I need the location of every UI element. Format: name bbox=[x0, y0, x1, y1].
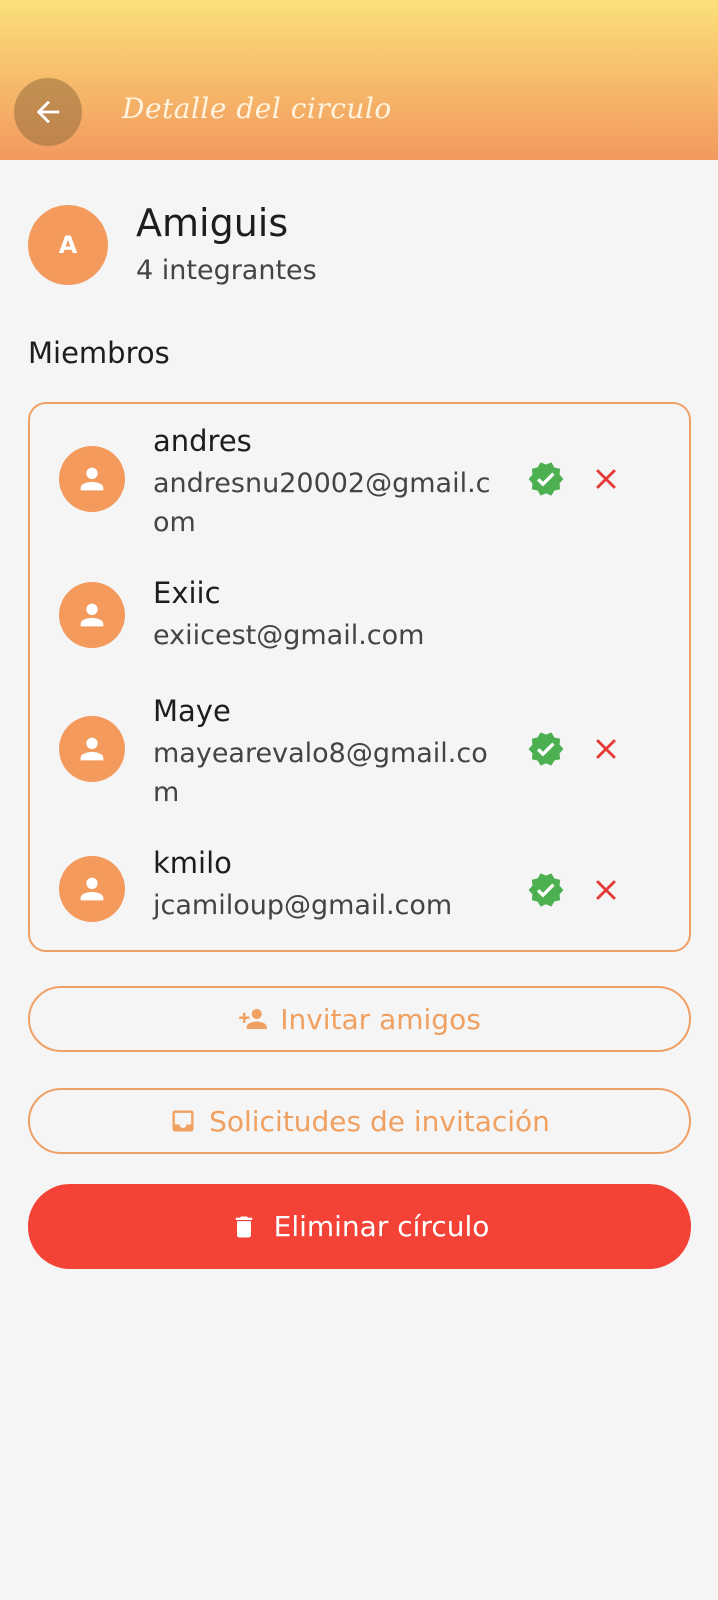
person-icon bbox=[80, 603, 104, 627]
member-name: andres bbox=[153, 424, 252, 458]
remove-member-button[interactable] bbox=[586, 870, 626, 910]
members-count: 4 integrantes bbox=[136, 255, 317, 286]
page-title: Detalle del circulo bbox=[122, 92, 392, 125]
circle-avatar: A bbox=[28, 205, 108, 285]
app-bar: Detalle del circulo bbox=[0, 0, 718, 160]
invitation-requests-button[interactable]: Solicitudes de invitación bbox=[28, 1088, 691, 1154]
member-item: kmilo jcamiloup@gmail.com bbox=[30, 826, 689, 952]
remove-member-button[interactable] bbox=[586, 459, 626, 499]
person-add-icon bbox=[239, 1009, 267, 1029]
member-email: exiicest@gmail.com bbox=[153, 620, 425, 651]
close-icon bbox=[596, 880, 616, 900]
delete-circle-button[interactable]: Eliminar círculo bbox=[28, 1184, 691, 1269]
member-email: andresnu20002@gmail.com bbox=[153, 468, 491, 538]
trash-icon bbox=[235, 1216, 252, 1237]
member-item: Maye mayearevalo8@gmail.com bbox=[30, 674, 689, 826]
avatar bbox=[59, 716, 125, 782]
person-icon bbox=[80, 877, 104, 901]
remove-member-button[interactable] bbox=[586, 729, 626, 769]
invite-friends-label: Invitar amigos bbox=[280, 1002, 481, 1036]
member-name: Maye bbox=[153, 694, 231, 728]
avatar bbox=[59, 856, 125, 922]
member-item: andres andresnu20002@gmail.com bbox=[30, 404, 689, 556]
verified-icon bbox=[526, 870, 566, 910]
invitation-requests-label: Solicitudes de invitación bbox=[209, 1104, 550, 1138]
back-button[interactable] bbox=[14, 78, 82, 146]
members-list: andres andresnu20002@gmail.com Exiic exi… bbox=[28, 402, 691, 952]
close-icon bbox=[596, 469, 616, 489]
avatar bbox=[59, 446, 125, 512]
member-name: Exiic bbox=[153, 576, 221, 610]
person-icon bbox=[80, 467, 104, 491]
member-name: kmilo bbox=[153, 846, 232, 880]
members-section-title: Miembros bbox=[28, 336, 170, 370]
arrow-back-icon bbox=[36, 100, 60, 124]
member-item: Exiic exiicest@gmail.com bbox=[30, 556, 689, 674]
avatar bbox=[59, 582, 125, 648]
circle-header: A Amiguis 4 integrantes bbox=[28, 201, 688, 286]
invite-friends-button[interactable]: Invitar amigos bbox=[28, 986, 691, 1052]
verified-icon bbox=[526, 729, 566, 769]
circle-name: Amiguis bbox=[136, 201, 289, 245]
member-email: jcamiloup@gmail.com bbox=[153, 890, 453, 921]
delete-circle-label: Eliminar círculo bbox=[273, 1210, 490, 1243]
person-icon bbox=[80, 737, 104, 761]
verified-icon bbox=[526, 459, 566, 499]
member-email: mayearevalo8@gmail.com bbox=[153, 738, 488, 808]
close-icon bbox=[596, 739, 616, 759]
inbox-icon bbox=[172, 1110, 194, 1132]
